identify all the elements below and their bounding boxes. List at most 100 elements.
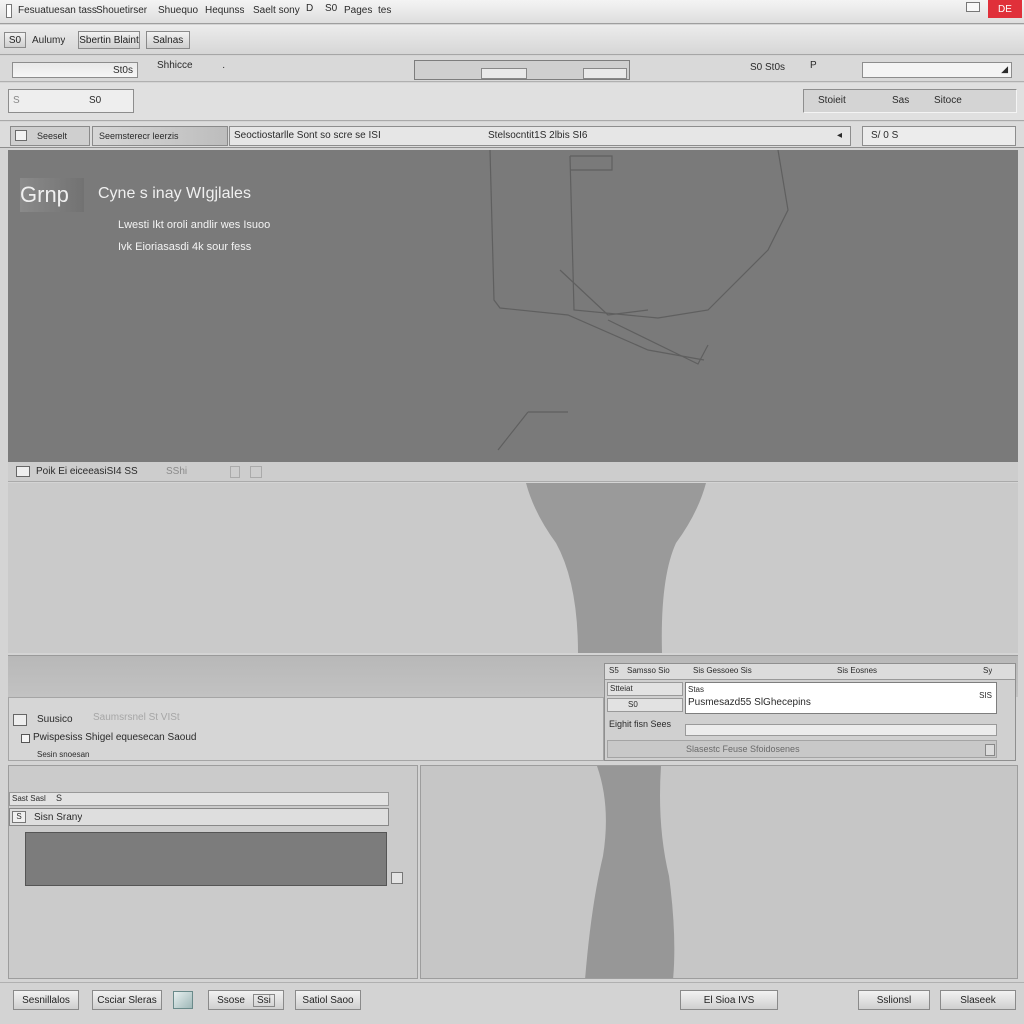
- toolbar-button-sbertin[interactable]: Sbertin Blaint: [78, 31, 140, 49]
- segmented-control[interactable]: [414, 60, 630, 80]
- bottom-right-video: [420, 765, 1018, 979]
- dialog-header: S5 Samsso Sio Sis Gessoeo Sis Sis Eosnes…: [605, 664, 1015, 680]
- view-option-2[interactable]: Sas: [892, 95, 909, 106]
- bottom-right-shape: [585, 766, 675, 978]
- dialog: S5 Samsso Sio Sis Gessoeo Sis Sis Eosnes…: [604, 663, 1016, 761]
- dialog-row-3-label: Eighit fisn Sees: [609, 719, 672, 729]
- menu-item-s0[interactable]: S0: [325, 3, 337, 14]
- bottom-left-header: Sast Sasl S: [9, 792, 389, 806]
- tab-seeselt-icon: [15, 130, 27, 141]
- bottom-left-row[interactable]: S Sisn Srany: [9, 808, 389, 826]
- dialog-header-col-1: S5: [609, 666, 619, 675]
- video-panel: [8, 483, 1018, 653]
- dialog-row-1[interactable]: Stteiat: [607, 682, 683, 696]
- preview-line-2: Ivk Eioriasasdi 4k sour fess: [118, 241, 252, 253]
- footer-button-2-label: Csciar Sleras: [97, 994, 157, 1006]
- toolbar-secondary: St0s Shhicce · S0 St0s P ◢: [0, 56, 1024, 82]
- dialog-header-col-2: Samsso Sio: [627, 666, 670, 675]
- dialog-input-value: Pusmesazd55 SlGhecepins: [688, 697, 811, 708]
- view-switcher[interactable]: Stoieit Sas Sitoce: [803, 89, 1017, 113]
- toolbar-button-aulumy[interactable]: Aulumy: [32, 35, 65, 46]
- mid-bar: Poik Ei eiceeasiSI4 SS SShi: [8, 462, 1018, 482]
- dialog-input-label: Stas: [688, 685, 705, 694]
- menubar: Fesuatuesan tass Shouetirser Shuequo Heq…: [0, 0, 1024, 24]
- settings-title: Suusico: [37, 714, 73, 725]
- menu-item-tes[interactable]: tes: [378, 5, 391, 16]
- dialog-header-col-4: Sis Eosnes: [837, 666, 878, 675]
- dialog-input-button[interactable]: SIS: [979, 691, 992, 700]
- video-shape: [526, 483, 706, 653]
- footer-button-2[interactable]: Csciar Sleras: [92, 990, 162, 1010]
- segment-2[interactable]: [583, 68, 627, 79]
- menu-item-help[interactable]: Hequnss: [205, 5, 244, 16]
- toolbar-field[interactable]: St0s: [12, 62, 138, 78]
- bottom-left-header-label: Sast Sasl: [12, 794, 46, 803]
- toolbar-button-s0[interactable]: S0: [4, 32, 26, 48]
- footer-button-4[interactable]: Satiol Saoo: [295, 990, 361, 1010]
- tabbar: Seeselt Seemsterecr leerzis Seoctiostarl…: [0, 122, 1024, 148]
- menu-item-d[interactable]: D: [306, 3, 313, 14]
- search-field-caret-icon: ◢: [1001, 64, 1008, 74]
- restore-icon[interactable]: [966, 2, 980, 12]
- image-icon[interactable]: [173, 991, 193, 1009]
- bottom-left-corner-icon[interactable]: [391, 872, 403, 884]
- mid-bar-box-2: [250, 466, 262, 478]
- address-field[interactable]: S S0: [8, 89, 134, 113]
- footer-button-6[interactable]: Sslionsl: [858, 990, 930, 1010]
- footer-button-5[interactable]: El Sioa IVS: [680, 990, 778, 1010]
- preview-heading: Cyne s inay WIgjlales: [98, 185, 251, 202]
- menu-item-tools[interactable]: Saelt sony: [253, 5, 300, 16]
- close-button[interactable]: DE: [988, 0, 1022, 18]
- tab-seeselt[interactable]: Seeselt: [10, 126, 90, 146]
- footer-button-3[interactable]: Ssose Ssi: [208, 990, 284, 1010]
- settings-icon: [13, 714, 27, 726]
- dialog-resize-icon[interactable]: [985, 744, 995, 756]
- footer-button-7-label: Slaseek: [960, 994, 996, 1006]
- app-icon: [6, 4, 12, 18]
- toolbar-marker: P: [810, 60, 817, 71]
- tab-seemsterecr[interactable]: Seemsterecr leerzis: [92, 126, 228, 146]
- mid-bar-label: Poik Ei eiceeasiSI4 SS: [36, 466, 138, 477]
- bottom-left-canvas[interactable]: [25, 832, 387, 886]
- dialog-field-2[interactable]: [685, 724, 997, 736]
- footer-button-7[interactable]: Slaseek: [940, 990, 1016, 1010]
- toolbar-right-label: S0 St0s: [750, 62, 786, 73]
- mid-bar-box-1: [230, 466, 240, 478]
- footer-button-6-label: Sslionsl: [876, 994, 912, 1006]
- dialog-input[interactable]: Stas Pusmesazd55 SlGhecepins SIS: [685, 682, 997, 714]
- toolbar-dot: ·: [222, 62, 226, 73]
- toolbar-tertiary: S S0 Stoieit Sas Sitoce: [0, 83, 1024, 121]
- dialog-footer: Slasestc Feuse Sfoidosenes: [607, 740, 997, 758]
- toolbar-button-salnas[interactable]: Salnas: [146, 31, 190, 49]
- path-crumb: Seoctiostarlle Sont so scre se ISI: [234, 130, 381, 141]
- preview-line-1: Lwesti Ikt oroli andlir wes Isuoo: [118, 219, 271, 231]
- path-field[interactable]: Seoctiostarlle Sont so scre se ISI Stels…: [229, 126, 851, 146]
- toolbar-field-value: St0s: [112, 65, 133, 76]
- view-option-3[interactable]: Sitoce: [934, 95, 962, 106]
- path-dropdown-icon[interactable]: ◂: [837, 130, 842, 141]
- footer-button-4-label: Satiol Saoo: [302, 994, 354, 1006]
- path-search-label: S/ 0 S: [871, 130, 899, 141]
- settings-checkbox[interactable]: [21, 734, 30, 743]
- footer-button-1[interactable]: Sesnillalos: [13, 990, 79, 1010]
- menu-item-edit[interactable]: Shouetirser: [96, 5, 147, 16]
- dialog-row-2[interactable]: S0: [607, 698, 683, 712]
- address-field-left: S: [13, 95, 20, 106]
- settings-panel: Suusico Saumsrsnel St VISt Pwispesiss Sh…: [8, 697, 604, 761]
- menu-item-view[interactable]: Shuequo: [158, 5, 198, 16]
- path-search-field[interactable]: S/ 0 S: [862, 126, 1016, 146]
- settings-faded: Saumsrsnel St VISt: [93, 712, 180, 723]
- dialog-row-2-label: S0: [628, 700, 638, 709]
- settings-note: Sesin snoesan: [37, 750, 90, 759]
- bottom-left-panel: Sast Sasl S S Sisn Srany: [8, 765, 418, 979]
- dialog-footer-text: Slasestc Feuse Sfoidosenes: [686, 744, 800, 754]
- view-option-1[interactable]: Stoieit: [818, 95, 846, 106]
- toolbar-button-salnas-label: Salnas: [152, 34, 184, 46]
- menu-item-file[interactable]: Fesuatuesan tass: [18, 5, 97, 16]
- segment-1[interactable]: [481, 68, 527, 79]
- preview-panel: Grnp Cyne s inay WIgjlales Lwesti Ikt or…: [8, 150, 1018, 462]
- toolbar-search-field[interactable]: ◢: [862, 62, 1012, 78]
- bottom-left-header-marker: S: [56, 793, 63, 803]
- menu-item-pages[interactable]: Pages: [344, 5, 372, 16]
- settings-checkbox-label: Pwispesiss Shigel equesecan Saoud: [33, 732, 197, 743]
